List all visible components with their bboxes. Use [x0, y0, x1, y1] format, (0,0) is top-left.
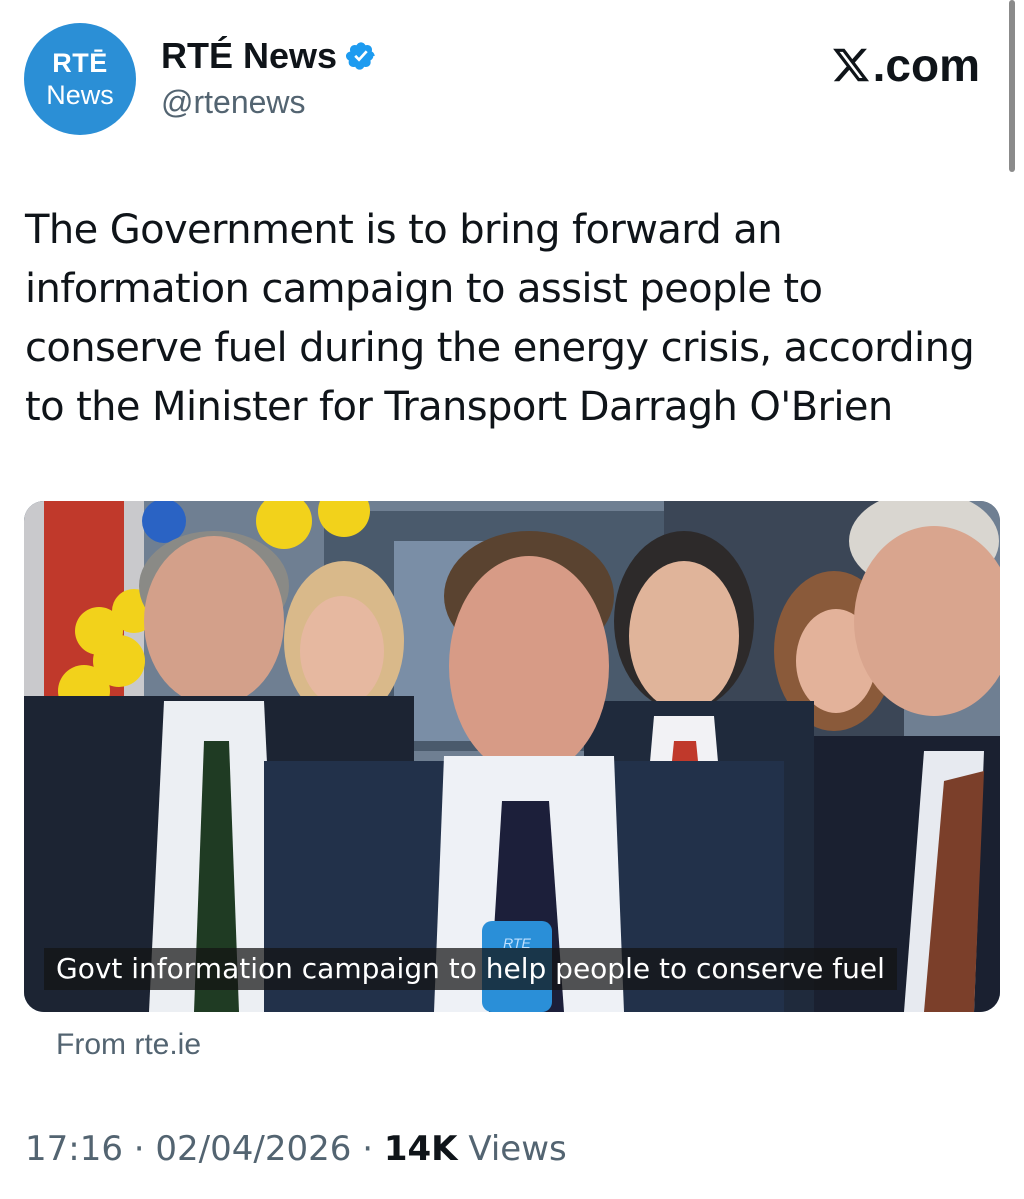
news-photo: RTE — [24, 501, 1000, 1012]
verified-badge-icon — [345, 40, 377, 72]
tweet-text: The Government is to bring forward an in… — [25, 207, 975, 430]
tweet-date[interactable]: 02/04/2026 — [155, 1129, 351, 1169]
tweet-meta: 17:16 · 02/04/2026 · 14K Views — [25, 1128, 567, 1170]
account-handle[interactable]: @rtenews — [161, 83, 306, 121]
views-count[interactable]: 14K — [384, 1129, 458, 1169]
account-name-row: RTÉ News — [161, 36, 377, 76]
meta-separator: · — [133, 1129, 145, 1169]
tweet-time[interactable]: 17:16 — [25, 1129, 123, 1169]
x-com-branding: .com — [831, 40, 980, 90]
video-caption: Govt information campaign to help people… — [44, 948, 897, 990]
x-com-suffix: .com — [872, 39, 980, 91]
link-card-media[interactable]: RTE Govt information campaign to help pe… — [24, 501, 1000, 1012]
display-name[interactable]: RTÉ News — [161, 36, 337, 76]
views-label: Views — [468, 1129, 567, 1169]
meta-separator: · — [362, 1129, 374, 1169]
scrollbar[interactable] — [1009, 0, 1015, 172]
avatar-logo-line1: RTĒ — [52, 47, 108, 78]
avatar-logo-line2: News — [46, 79, 114, 110]
link-source[interactable]: From rte.ie — [56, 1026, 201, 1064]
tweet-screenshot: RTĒ News RTÉ News @rtenews .com The Gove… — [0, 0, 1024, 1199]
profile-avatar[interactable]: RTĒ News — [24, 23, 136, 135]
x-logo-icon — [831, 44, 871, 84]
